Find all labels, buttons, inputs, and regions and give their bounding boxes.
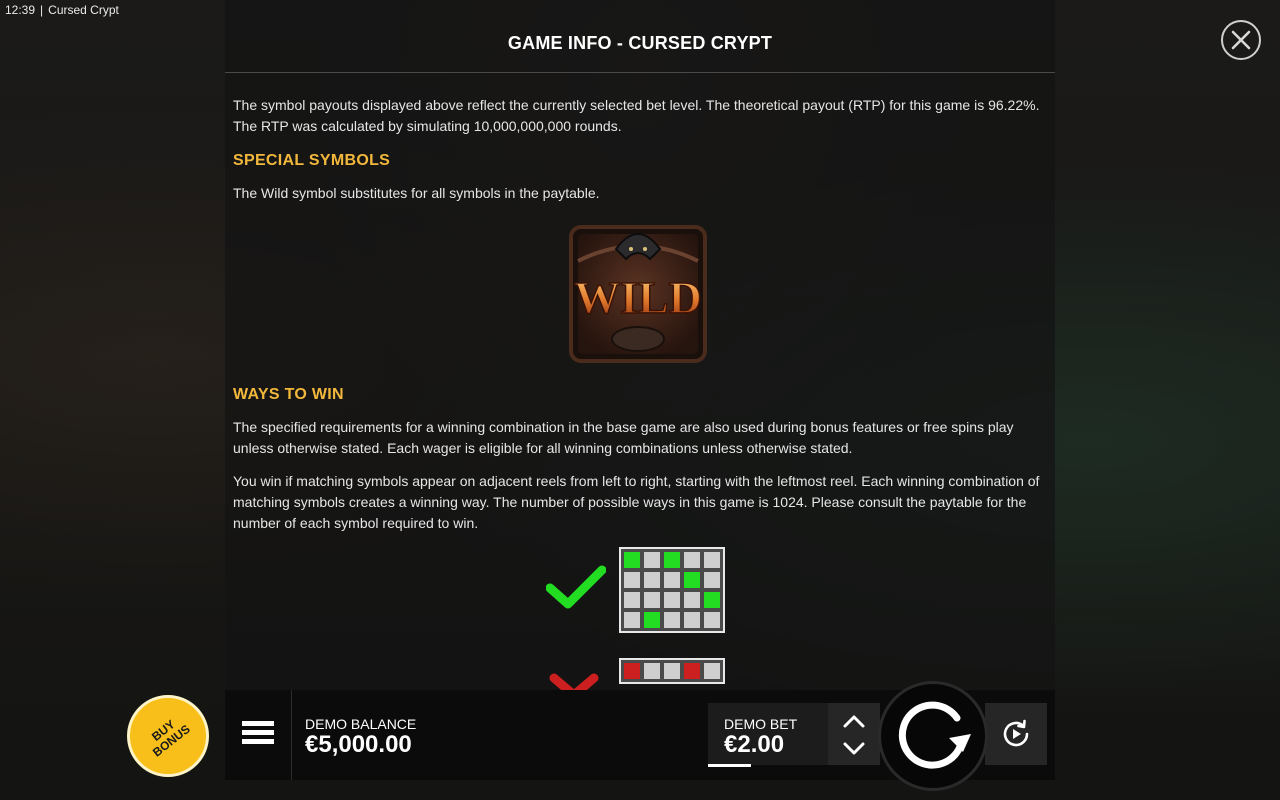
grid-cell [704,552,720,568]
bet-value: €2.00 [724,731,785,758]
grid-cell [684,552,700,568]
valid-ways-example-grid [619,547,725,633]
bet-increase-button[interactable] [842,712,866,732]
system-title-bar: 12:39 | Cursed Crypt [5,3,119,17]
grid-cell-win [644,612,660,628]
info-content[interactable]: The symbol payouts displayed above refle… [233,84,1043,690]
invalid-ways-example-grid [619,658,725,684]
grid-cell [704,612,720,628]
grid-cell-win [684,572,700,588]
window-title: Cursed Crypt [48,3,119,17]
chevron-up-icon [843,715,865,728]
grid-cell-win [664,552,680,568]
grid-cell [664,663,680,679]
title-separator: | [40,3,44,17]
autoplay-icon [1003,719,1029,747]
spin-button[interactable] [878,681,988,791]
game-info-panel: GAME INFO - CURSED CRYPT The symbol payo… [225,0,1055,690]
balance-value: €5,000.00 [305,731,412,758]
bet-adjust-buttons [828,703,880,765]
bar-divider [291,690,292,780]
grid-cell-lose [684,663,700,679]
close-button[interactable] [1221,20,1261,60]
bet-decrease-button[interactable] [842,738,866,758]
clock: 12:39 [5,3,36,17]
grid-cell [624,612,640,628]
hamburger-icon [242,721,274,744]
ways-paragraph-2: You win if matching symbols appear on ad… [233,473,1040,531]
grid-cell [704,572,720,588]
grid-cell [644,552,660,568]
rtp-paragraph: The symbol payouts displayed above refle… [233,97,1040,134]
buy-bonus-button[interactable]: BUY BONUS [127,695,209,777]
chevron-down-icon [843,742,865,755]
panel-title: GAME INFO - CURSED CRYPT [507,33,773,53]
grid-cell [644,572,660,588]
bet-display[interactable]: DEMO BET €2.00 [708,703,828,767]
bet-indicator [708,764,751,767]
wild-symbol-image: WILD [569,225,707,363]
checkmark-icon [546,565,606,609]
svg-text:WILD: WILD [574,272,702,323]
grid-cell [664,572,680,588]
grid-cell [624,572,640,588]
special-symbols-heading: SPECIAL SYMBOLS [233,152,391,169]
grid-cell [704,663,720,679]
ways-paragraph-1: The specified requirements for a winning… [233,419,1014,456]
grid-cell-win [624,552,640,568]
autoplay-button[interactable] [985,703,1047,765]
wild-description: The Wild symbol substitutes for all symb… [233,185,600,201]
menu-button[interactable] [242,721,274,749]
close-icon [1231,30,1251,50]
grid-cell-lose [624,663,640,679]
grid-cell [644,663,660,679]
title-divider [225,72,1055,73]
grid-cell [684,612,700,628]
cross-icon [549,673,599,690]
grid-cell-win [704,592,720,608]
grid-cell [684,592,700,608]
grid-cell [664,612,680,628]
ways-to-win-heading: WAYS TO WIN [233,386,344,403]
balance-label: DEMO BALANCE [305,716,417,732]
spin-icon [898,701,971,769]
bet-label: DEMO BET [724,716,798,732]
grid-cell [644,592,660,608]
grid-cell [624,592,640,608]
grid-cell [664,592,680,608]
